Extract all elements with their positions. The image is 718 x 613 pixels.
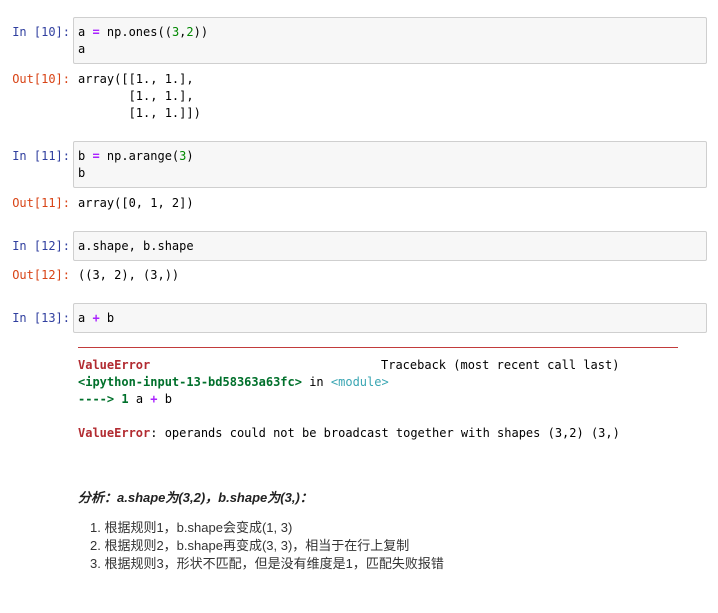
code-line: a xyxy=(78,42,86,56)
final-error-message: : operands could not be broadcast togeth… xyxy=(150,426,620,440)
in-prompt-13: In [13]: xyxy=(12,311,70,325)
traceback-line-no: 1 xyxy=(121,392,129,406)
output-line: array([[1., 1.], xyxy=(78,72,194,86)
in-prompt-11: In [11]: xyxy=(12,149,70,163)
traceback-divider xyxy=(78,347,678,348)
out-prompt-10: Out[10]: xyxy=(12,72,70,86)
out-prompt-11: Out[11]: xyxy=(12,196,70,210)
analysis-list: 1. 根据规则1，b.shape会变成(1, 3) 2. 根据规则2，b.sha… xyxy=(90,519,444,573)
in-prompt-10: In [10]: xyxy=(12,25,70,39)
analysis-item: 2. 根据规则2，b.shape再变成(3, 3)，相当于在行上复制 xyxy=(90,538,410,553)
analysis-item: 3. 根据规则3，形状不匹配，但是没有维度是1，匹配失败报错 xyxy=(90,556,444,571)
traceback-source: <ipython-input-13-bd58363a63fc> xyxy=(78,375,302,389)
analysis-item: 1. 根据规则1，b.shape会变成(1, 3) xyxy=(90,520,293,535)
traceback-final-line: ValueError: operands could not be broadc… xyxy=(78,425,620,442)
code-line: b xyxy=(78,166,86,180)
in-prompt-12: In [12]: xyxy=(12,239,70,253)
code-line: a.shape, b.shape xyxy=(78,239,194,253)
output-line: [1., 1.], xyxy=(78,89,194,103)
final-error-name: ValueError xyxy=(78,426,151,440)
traceback-source-line: <ipython-input-13-bd58363a63fc> in <modu… xyxy=(78,374,389,391)
code-cell-13[interactable] xyxy=(73,303,707,333)
out-prompt-12: Out[12]: xyxy=(12,268,70,282)
traceback-code-line: ----> 1 a + b xyxy=(78,392,172,406)
output-line: array([0, 1, 2]) xyxy=(78,196,194,210)
traceback-in: in xyxy=(309,375,324,389)
traceback-header: Traceback (most recent call last) xyxy=(381,358,620,372)
traceback-module: <module> xyxy=(330,375,389,389)
code-line: b = np.arange(3) xyxy=(78,149,194,163)
analysis-title: 分析：a.shape为(3,2)，b.shape为(3,)： xyxy=(78,490,313,505)
output-line: [1., 1.]]) xyxy=(78,106,201,120)
code-line: a = np.ones((3,2)) xyxy=(78,25,209,39)
traceback-error-name: ValueError xyxy=(78,358,151,372)
code-line: a + b xyxy=(78,311,115,325)
output-line: ((3, 2), (3,)) xyxy=(78,268,180,282)
traceback-arrow: ----> xyxy=(78,392,115,406)
